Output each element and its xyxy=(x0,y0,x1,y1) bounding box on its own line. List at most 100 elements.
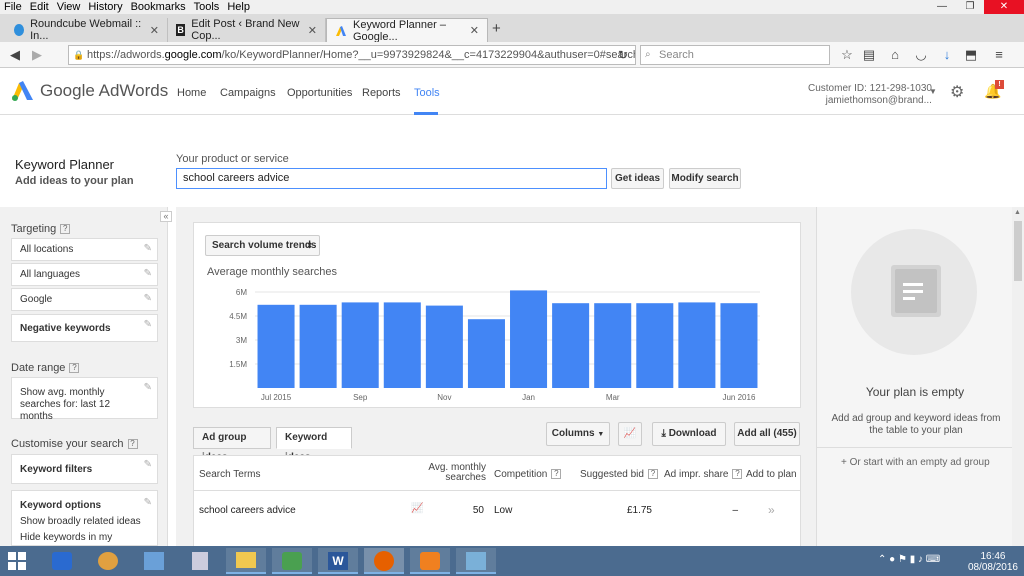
adwords-logo[interactable]: Google AdWords xyxy=(12,81,168,101)
help-icon[interactable]: ? xyxy=(60,224,71,235)
download-button[interactable]: ⤓ Download xyxy=(652,422,726,446)
close-window-button[interactable]: ✕ xyxy=(984,0,1024,14)
chart-bar[interactable] xyxy=(467,319,505,388)
menu-hamburger-icon[interactable]: ≡ xyxy=(990,46,1008,64)
minimize-button[interactable]: — xyxy=(928,0,956,14)
close-tab-icon[interactable]: ✕ xyxy=(150,24,159,37)
menu-bookmarks[interactable]: Bookmarks xyxy=(131,1,186,13)
taskbar-app-3-icon[interactable] xyxy=(134,548,174,574)
chart-bar[interactable] xyxy=(678,302,716,388)
word-icon[interactable]: W xyxy=(318,548,358,574)
back-icon[interactable]: ◀ xyxy=(6,46,24,64)
chart-bar[interactable] xyxy=(383,302,421,388)
evernote-icon[interactable] xyxy=(272,548,312,574)
nav-home[interactable]: Home xyxy=(177,87,206,99)
chart-bar[interactable] xyxy=(594,303,632,388)
chart-bar[interactable] xyxy=(636,303,674,388)
url-bar[interactable]: 🔒 https://adwords.google.com/ko/KeywordP… xyxy=(68,45,636,65)
bookmark-star-icon[interactable]: ☆ xyxy=(838,46,856,64)
collapse-panel-button[interactable]: « xyxy=(160,211,172,222)
chart-bar[interactable] xyxy=(425,305,463,388)
tab-roundcube[interactable]: Roundcube Webmail :: In... ✕ xyxy=(6,18,168,42)
share-icon[interactable]: ⬒ xyxy=(962,46,980,64)
table-row[interactable]: school careers advice 📈 50 Low £1.75 – » xyxy=(194,491,800,529)
nav-campaigns[interactable]: Campaigns xyxy=(220,87,276,99)
nav-opportunities[interactable]: Opportunities xyxy=(287,87,352,99)
nav-reports[interactable]: Reports xyxy=(362,87,401,99)
keyword-options-selector[interactable]: Keyword options Show broadly related ide… xyxy=(11,490,158,559)
col-search-terms[interactable]: Search Terms xyxy=(199,469,261,480)
date-range-selector[interactable]: Show avg. monthly searches for: last 12 … xyxy=(11,377,158,422)
page-scrollbar[interactable]: ▲ xyxy=(1012,207,1024,547)
network-selector[interactable]: Google ✎ xyxy=(11,288,158,311)
product-input[interactable]: school careers advice xyxy=(176,168,607,189)
languages-selector[interactable]: All languages ✎ xyxy=(11,263,158,286)
system-tray[interactable]: ⌃ ● ⚑ ▮ ♪ ⌨ xyxy=(878,554,940,565)
account-chevron-down-icon[interactable]: ▼ xyxy=(929,87,937,96)
download-arrow-icon[interactable]: ↓ xyxy=(938,46,956,64)
home-icon[interactable]: ⌂ xyxy=(886,46,904,64)
account-info[interactable]: Customer ID: 121-298-1030 jamiethomson@b… xyxy=(808,83,932,107)
tab-keyword-planner[interactable]: Keyword Planner – Google... ✕ xyxy=(326,18,488,43)
help-icon[interactable]: ? xyxy=(551,469,562,480)
menu-history[interactable]: History xyxy=(88,1,122,13)
chart-bar[interactable] xyxy=(299,304,337,388)
get-ideas-button[interactable]: Get ideas xyxy=(611,168,664,189)
empty-ad-group-link[interactable]: + Or start with an empty ad group xyxy=(841,457,990,468)
reload-icon[interactable]: ↻ xyxy=(614,46,632,64)
taskbar-app-1-icon[interactable] xyxy=(42,548,82,574)
locations-selector[interactable]: All locations ✎ xyxy=(11,238,158,261)
firefox-icon[interactable] xyxy=(364,548,404,574)
chart-bar[interactable] xyxy=(552,303,590,388)
keyword-filters-selector[interactable]: Keyword filters ✎ xyxy=(11,454,158,484)
close-tab-icon[interactable]: ✕ xyxy=(470,24,479,37)
col-suggested-bid[interactable]: Suggested bid? xyxy=(580,469,658,480)
add-to-plan-button[interactable]: » xyxy=(768,503,775,517)
menu-help[interactable]: Help xyxy=(227,1,250,13)
file-explorer-icon[interactable] xyxy=(226,548,266,574)
help-icon[interactable]: ? xyxy=(732,469,743,480)
calculator-icon[interactable] xyxy=(180,548,220,574)
clock[interactable]: 16:46 08/08/2016 xyxy=(968,551,1018,573)
paint-icon[interactable] xyxy=(88,548,128,574)
modify-search-button[interactable]: Modify search xyxy=(669,168,741,189)
col-ad-impr-share[interactable]: Ad impr. share? xyxy=(664,469,743,480)
menu-tools[interactable]: Tools xyxy=(194,1,220,13)
forward-icon[interactable]: ▶ xyxy=(28,46,46,64)
search-input[interactable]: ⌕ Search xyxy=(640,45,830,65)
col-competition[interactable]: Competition? xyxy=(494,469,562,480)
close-tab-icon[interactable]: ✕ xyxy=(308,24,317,37)
col-avg-searches[interactable]: Avg. monthly searches xyxy=(426,463,486,483)
negative-keywords-selector[interactable]: Negative keywords ✎ xyxy=(11,314,158,342)
competition-label: Competition xyxy=(494,469,548,480)
chart-toggle-button[interactable]: 📈 xyxy=(618,422,642,446)
scrollbar-thumb[interactable] xyxy=(1014,221,1022,281)
tab-edit-post[interactable]: B Edit Post ‹ Brand New Cop... ✕ xyxy=(168,18,326,42)
menu-view[interactable]: View xyxy=(57,1,81,13)
tab-ad-group-ideas[interactable]: Ad group ideas xyxy=(193,427,271,463)
restore-button[interactable]: ❐ xyxy=(956,0,984,14)
scroll-up-icon[interactable]: ▲ xyxy=(1014,209,1021,216)
chart-bar[interactable] xyxy=(510,290,548,388)
pocket-icon[interactable]: ◡ xyxy=(912,46,930,64)
gear-icon[interactable]: ⚙ xyxy=(950,82,964,102)
media-player-icon[interactable] xyxy=(410,548,450,574)
tab-keyword-ideas[interactable]: Keyword ideas xyxy=(276,427,352,463)
help-icon[interactable]: ? xyxy=(127,439,138,450)
taskbar-app-10-icon[interactable] xyxy=(456,548,496,574)
chart-bar[interactable] xyxy=(341,302,379,388)
help-icon[interactable]: ? xyxy=(647,469,658,480)
nav-tools[interactable]: Tools xyxy=(414,87,440,99)
chart-bar[interactable] xyxy=(720,303,758,388)
new-tab-button[interactable]: + xyxy=(492,20,501,37)
columns-button[interactable]: Columns ▼ xyxy=(546,422,610,446)
chart-type-dropdown[interactable]: Search volume trends ⇕ xyxy=(205,235,320,256)
menu-edit[interactable]: Edit xyxy=(30,1,49,13)
menu-file[interactable]: File xyxy=(4,1,22,13)
add-all-button[interactable]: Add all (455) xyxy=(734,422,800,446)
help-icon[interactable]: ? xyxy=(69,363,80,374)
chart-bar[interactable] xyxy=(257,304,295,388)
trend-icon[interactable]: 📈 xyxy=(411,503,423,514)
reading-list-icon[interactable]: ▤ xyxy=(860,46,878,64)
windows-start-icon[interactable] xyxy=(8,552,26,570)
